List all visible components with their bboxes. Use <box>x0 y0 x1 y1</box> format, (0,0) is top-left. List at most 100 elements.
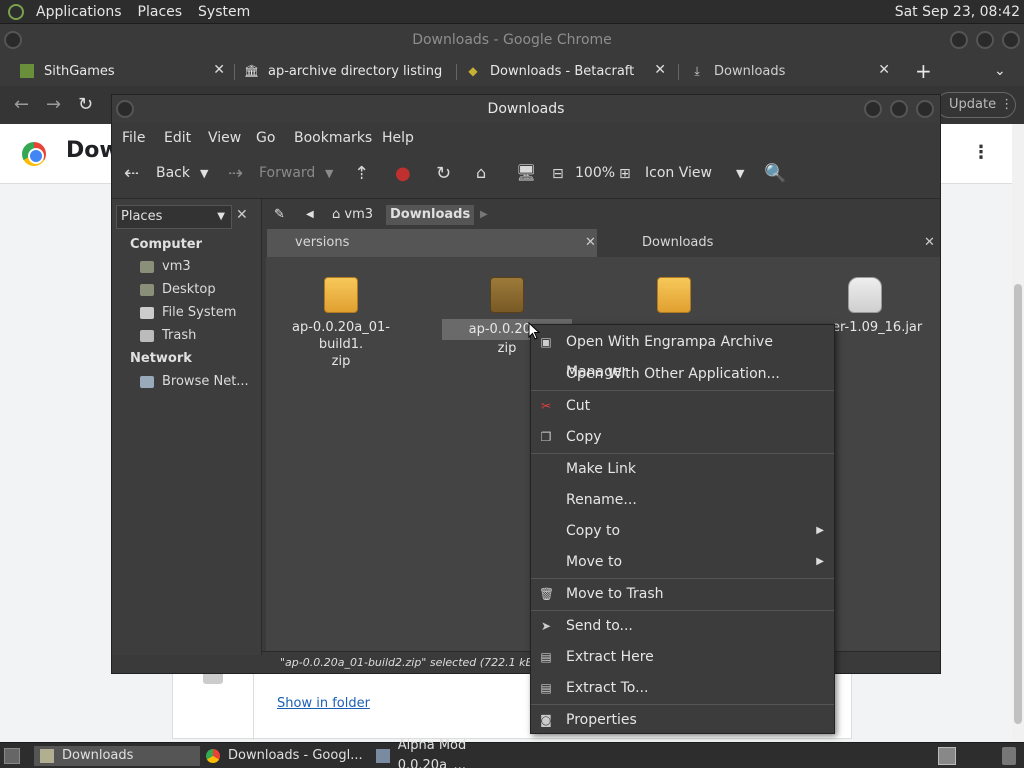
menu-item-extract-to[interactable]: ▤ Extract To... <box>531 673 834 703</box>
more-options-icon[interactable]: ⋮ <box>972 142 990 163</box>
forward-history-dropdown[interactable]: ▼ <box>325 167 333 180</box>
menu-item-open-other[interactable]: Open With Other Application... <box>531 359 834 389</box>
trash-icon: 🗑 <box>539 587 555 601</box>
sidebar-item-desktop[interactable]: Desktop <box>140 282 216 297</box>
home-icon[interactable]: ⌂ <box>476 163 486 182</box>
archive-manager-icon <box>376 749 390 763</box>
computer-icon[interactable]: 🖥 <box>516 163 536 182</box>
fm-tab-downloads[interactable]: Downloads ✕ <box>602 229 940 257</box>
clock[interactable]: Sat Sep 23, 08:42 <box>895 4 1020 20</box>
menu-item-copy-to[interactable]: Copy to ▶ <box>531 516 834 546</box>
path-scroll-right[interactable]: ▶ <box>476 205 492 225</box>
update-button[interactable]: Update ⋮ <box>936 92 1016 118</box>
tab-betacraft[interactable]: ◆ Downloads - Betacraft ✕ <box>466 56 666 86</box>
show-in-folder-link[interactable]: Show in folder <box>277 696 370 711</box>
menu-item-open-engrampa[interactable]: ▣ Open With Engrampa Archive Manager <box>531 327 834 380</box>
view-mode-dropdown[interactable]: ▼ <box>736 167 744 180</box>
tab-sithgames[interactable]: SithGames ✕ <box>20 56 225 86</box>
tab-search-button[interactable]: ⌄ <box>994 56 1006 86</box>
file-item[interactable] <box>609 277 739 319</box>
chrome-maximize-button[interactable] <box>976 31 994 49</box>
chrome-minimize-button[interactable] <box>950 31 968 49</box>
menu-go[interactable]: Go <box>256 130 275 146</box>
show-desktop-button[interactable] <box>4 748 20 764</box>
chrome-window-menu-button[interactable] <box>4 31 22 49</box>
fm-minimize-button[interactable] <box>864 100 882 118</box>
extract-to-icon: ▤ <box>540 681 552 695</box>
search-icon[interactable]: 🔍 <box>764 163 786 184</box>
fm-close-button[interactable] <box>916 100 934 118</box>
chrome-close-button[interactable] <box>1002 31 1020 49</box>
breadcrumb-downloads[interactable]: Downloads <box>386 205 475 225</box>
fm-tab-label: Downloads <box>642 235 714 250</box>
sidebar-item-file-system[interactable]: File System <box>140 305 236 320</box>
taskbar-item-chrome[interactable]: Downloads - Googl... <box>206 746 370 766</box>
menu-help[interactable]: Help <box>382 130 414 146</box>
view-mode-select[interactable]: Icon View <box>645 165 712 181</box>
back-arrow-icon[interactable]: ⇠ <box>124 163 139 184</box>
reload-icon[interactable]: ↻ <box>436 163 451 184</box>
path-scroll-left[interactable]: ◀ <box>302 205 318 225</box>
taskbar-item-alpha-mod[interactable]: Alpha Mod 0.0.20a_... <box>376 738 536 768</box>
forward-arrow-icon[interactable]: → <box>46 94 61 115</box>
forward-arrow-icon[interactable]: ⇢ <box>228 163 243 184</box>
system-menu[interactable]: System <box>198 4 250 20</box>
applications-menu[interactable]: Applications <box>36 4 122 20</box>
menu-item-cut[interactable]: ✂ Cut <box>531 391 834 421</box>
menu-item-move-to[interactable]: Move to ▶ <box>531 547 834 577</box>
menu-item-extract-here[interactable]: ▤ Extract Here <box>531 642 834 672</box>
sidebar-item-trash[interactable]: Trash <box>140 328 196 343</box>
reload-icon[interactable]: ↻ <box>78 94 93 115</box>
chrome-titlebar: Downloads - Google Chrome <box>0 24 1024 56</box>
breadcrumb-vm3[interactable]: ⌂ vm3 <box>328 205 377 225</box>
fm-maximize-button[interactable] <box>890 100 908 118</box>
chrome-window-title: Downloads - Google Chrome <box>412 32 612 48</box>
new-tab-button[interactable]: + <box>915 56 932 86</box>
menu-item-rename[interactable]: Rename... <box>531 485 834 515</box>
menu-edit[interactable]: Edit <box>164 130 191 146</box>
back-history-dropdown[interactable]: ▼ <box>200 167 208 180</box>
menu-item-send-to[interactable]: ➤ Send to... <box>531 611 834 641</box>
menu-item-copy[interactable]: ❐ Copy <box>531 422 834 452</box>
menu-item-make-link[interactable]: Make Link <box>531 454 834 484</box>
close-icon[interactable]: ✕ <box>585 229 596 257</box>
menu-item-properties[interactable]: ◙ Properties <box>531 705 834 735</box>
workspace-switcher[interactable] <box>938 747 956 765</box>
zoom-in-icon[interactable]: ⊞ <box>619 166 631 182</box>
menu-item-move-to-trash[interactable]: 🗑 Move to Trash <box>531 579 834 609</box>
fm-titlebar: Downloads <box>112 95 940 123</box>
fm-menubar: File Edit View Go Bookmarks Help <box>112 123 940 153</box>
close-icon[interactable]: ✕ <box>654 62 666 78</box>
location-toggle-icon[interactable]: ✎ <box>270 205 289 225</box>
page-scrollbar[interactable] <box>1012 124 1024 742</box>
menu-file[interactable]: File <box>122 130 145 146</box>
back-button[interactable]: Back <box>156 165 190 181</box>
close-icon[interactable]: ✕ <box>213 62 225 78</box>
sidebar-item-vm3[interactable]: vm3 <box>140 259 191 274</box>
zoom-out-icon[interactable]: ⊟ <box>552 166 564 182</box>
tab-ap-archive[interactable]: 🏛 ap-archive directory listing <box>244 56 449 86</box>
back-arrow-icon[interactable]: ← <box>14 94 29 115</box>
menu-bookmarks[interactable]: Bookmarks <box>294 130 372 146</box>
close-icon[interactable]: ✕ <box>236 207 248 223</box>
menu-view[interactable]: View <box>208 130 241 146</box>
sidebar-item-browse-network[interactable]: Browse Net... <box>140 374 249 389</box>
fm-window-menu-button[interactable] <box>116 100 134 118</box>
close-icon[interactable]: ✕ <box>878 62 890 78</box>
taskbar-item-downloads[interactable]: Downloads <box>34 746 200 766</box>
fm-tab-versions[interactable]: versions ✕ <box>267 229 597 257</box>
tab-downloads[interactable]: ⤓ Downloads ✕ <box>690 56 890 86</box>
mate-logo-icon[interactable] <box>8 3 24 20</box>
trash-icon[interactable] <box>1002 747 1016 765</box>
file-item[interactable]: ap-0.0.20a_01-build1. zip <box>276 277 406 370</box>
up-arrow-icon[interactable]: ⇡ <box>354 163 369 184</box>
stop-icon[interactable]: ● <box>395 163 411 184</box>
betacraft-icon: ◆ <box>468 64 478 78</box>
chrome-icon <box>206 749 220 763</box>
sidebar-item-label: File System <box>162 305 237 320</box>
close-icon[interactable]: ✕ <box>924 229 935 257</box>
sidebar-pane-select[interactable]: Places ▼ <box>116 205 232 229</box>
taskbar-item-label: Alpha Mod 0.0.20a_... <box>397 738 467 768</box>
places-menu[interactable]: Places <box>138 4 183 20</box>
forward-button[interactable]: Forward <box>259 165 315 181</box>
